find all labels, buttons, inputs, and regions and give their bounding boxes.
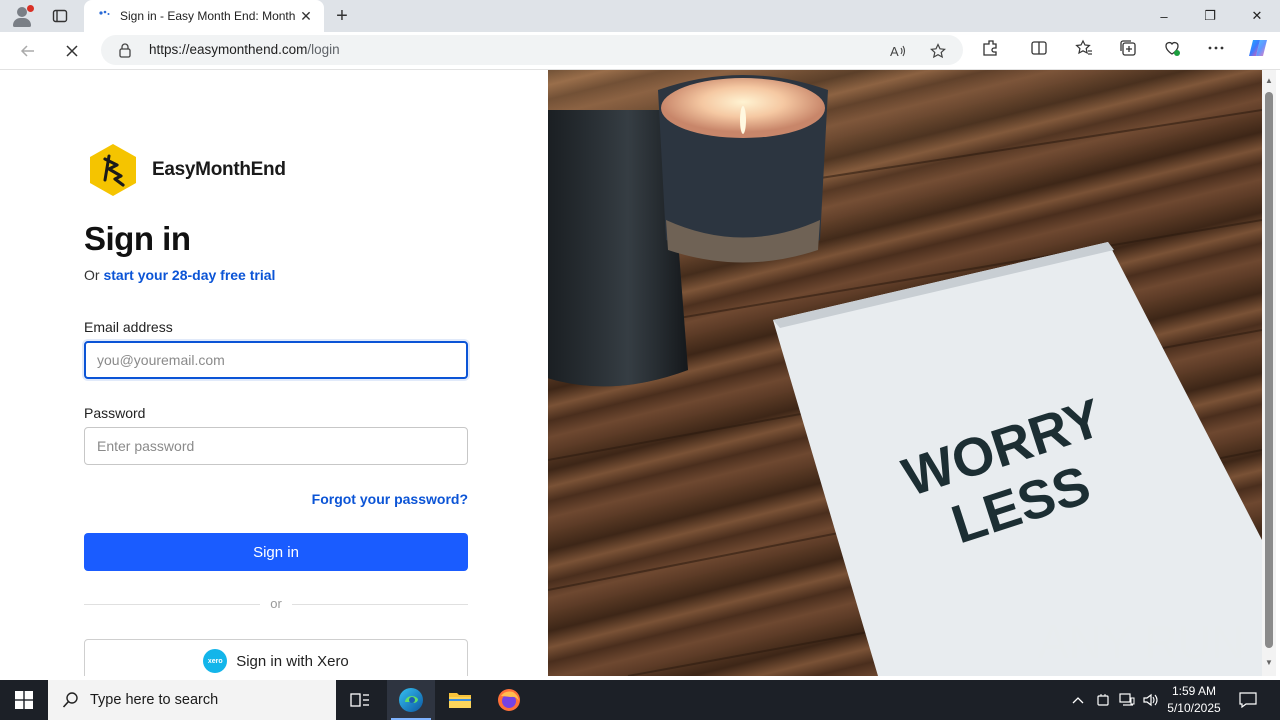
collections-icon[interactable] xyxy=(1117,37,1139,59)
url-text[interactable]: https://easymonthend.com/login xyxy=(149,42,340,57)
settings-more-icon[interactable] xyxy=(1205,37,1227,59)
tray-app-icon[interactable] xyxy=(1093,680,1113,720)
password-label: Password xyxy=(84,405,146,421)
favorites-icon[interactable] xyxy=(1073,37,1095,59)
tab-title: Sign in - Easy Month End: Month xyxy=(120,9,296,23)
trial-prefix: Or xyxy=(84,267,100,283)
login-panel: EasyMonthEnd Sign in Or start your 28-da… xyxy=(4,70,548,676)
extensions-icon[interactable] xyxy=(980,37,1002,59)
page-title: Sign in xyxy=(84,220,191,257)
file-explorer-icon[interactable] xyxy=(436,680,484,720)
anyrun-watermark: ANY RUN xyxy=(1038,616,1244,668)
forgot-password-link[interactable]: Forgot your password? xyxy=(312,491,468,507)
search-placeholder: Type here to search xyxy=(90,692,219,708)
copilot-icon[interactable] xyxy=(1246,36,1270,60)
svg-text:A: A xyxy=(890,44,899,59)
clock-date: 5/10/2025 xyxy=(1167,701,1221,715)
browser-toolbar: https://easymonthend.com/login A xyxy=(0,32,1280,70)
network-icon[interactable] xyxy=(1116,680,1138,720)
brand-name: EasyMonthEnd xyxy=(152,159,286,180)
read-aloud-icon[interactable]: A xyxy=(889,42,907,60)
scroll-down-icon[interactable]: ▼ xyxy=(1265,658,1273,668)
email-label: Email address xyxy=(84,319,173,335)
close-window-button[interactable]: ✕ xyxy=(1234,0,1280,32)
show-hidden-icons-icon[interactable] xyxy=(1068,680,1088,720)
address-bar[interactable]: https://easymonthend.com/login A xyxy=(101,35,963,65)
browser-essentials-icon[interactable] xyxy=(1161,37,1183,59)
scroll-up-icon[interactable]: ▲ xyxy=(1265,76,1273,86)
profile-icon[interactable] xyxy=(8,4,36,28)
page-scrollbar[interactable]: ▲ ▼ xyxy=(1262,70,1276,676)
tab-close-icon[interactable]: ✕ xyxy=(298,8,314,24)
brand[interactable]: EasyMonthEnd xyxy=(87,142,286,198)
taskbar-clock[interactable]: 1:59 AM 5/10/2025 xyxy=(1162,683,1226,717)
taskbar-search-box[interactable]: Type here to search xyxy=(48,680,336,720)
minimize-button[interactable]: – xyxy=(1141,0,1187,32)
divider-text: or xyxy=(270,596,282,611)
edge-taskbar-icon[interactable] xyxy=(387,680,435,720)
start-trial-link[interactable]: start your 28-day free trial xyxy=(103,267,275,283)
loading-favicon-icon xyxy=(98,9,112,23)
favorite-star-icon[interactable] xyxy=(929,42,947,60)
firefox-icon[interactable] xyxy=(485,680,533,720)
sign-in-with-xero-button[interactable]: xero Sign in with Xero xyxy=(84,639,468,676)
web-page: EasyMonthEnd Sign in Or start your 28-da… xyxy=(4,70,1262,676)
notifications-icon[interactable] xyxy=(1234,680,1262,720)
lock-icon[interactable] xyxy=(117,42,133,58)
easymonthend-logo-icon xyxy=(87,142,139,198)
hero-photo: WORRY LESS ANY RUN xyxy=(548,70,1262,676)
clock-time: 1:59 AM xyxy=(1171,684,1217,698)
new-tab-button[interactable]: + xyxy=(330,4,354,28)
svg-text:ANY RUN: ANY RUN xyxy=(1038,616,1244,668)
password-field[interactable] xyxy=(84,427,468,465)
xero-logo-icon: xero xyxy=(203,649,228,673)
scrollbar-thumb[interactable] xyxy=(1265,92,1273,648)
browser-tab-strip: Sign in - Easy Month End: Month ✕ + – ❐ … xyxy=(0,0,1280,32)
task-view-icon[interactable] xyxy=(336,680,384,720)
back-icon[interactable] xyxy=(14,37,42,65)
windows-taskbar: Type here to search 1:59 AM 5/10/2025 xyxy=(0,680,1280,720)
volume-icon[interactable] xyxy=(1140,680,1162,720)
trial-line: Or start your 28-day free trial xyxy=(84,267,275,283)
email-field[interactable] xyxy=(84,341,468,379)
search-icon xyxy=(62,692,78,708)
xero-button-label: Sign in with Xero xyxy=(236,652,349,670)
stop-loading-icon[interactable] xyxy=(58,37,86,65)
split-screen-icon[interactable] xyxy=(1028,37,1050,59)
restore-button[interactable]: ❐ xyxy=(1187,0,1233,32)
active-tab[interactable]: Sign in - Easy Month End: Month ✕ xyxy=(84,0,324,32)
windows-start-icon[interactable] xyxy=(0,680,48,720)
tab-actions-icon[interactable] xyxy=(50,6,70,26)
or-divider: or xyxy=(84,596,468,612)
sign-in-button[interactable]: Sign in xyxy=(84,533,468,571)
